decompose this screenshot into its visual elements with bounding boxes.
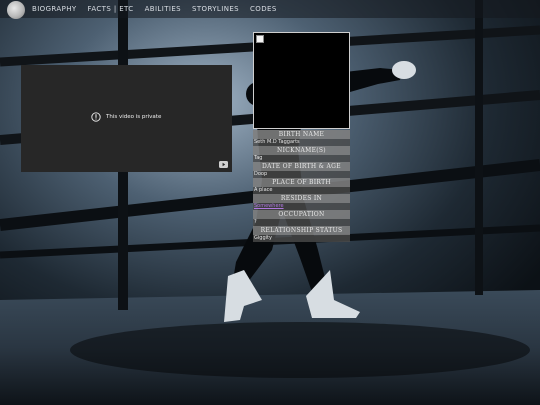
birth-name-value: Seth M.D Taggarts [253,139,350,146]
place-of-birth-value: A place [253,187,350,194]
birth-name-header: BIRTH NAME [253,130,350,139]
occupation-header: OCCUPATION [253,210,350,219]
place-of-birth-header: PLACE OF BIRTH [253,178,350,187]
resides-in-link[interactable]: Somewhere [253,203,350,210]
site-logo-icon[interactable] [7,1,25,19]
youtube-icon[interactable] [219,161,228,168]
resides-in-header: RESIDES IN [253,194,350,203]
nav-abilities-link[interactable]: ABILITIES [145,5,181,13]
nicknames-header: NICKNAME(S) [253,146,350,155]
profile-image [253,32,350,129]
nicknames-value: Tag [253,155,350,162]
video-private-message: This video is private [91,112,161,122]
dob-age-header: DATE OF BIRTH & AGE [253,162,350,171]
character-info-table: BIRTH NAME Seth M.D Taggarts NICKNAME(S)… [253,130,350,242]
nav-storylines-link[interactable]: STORYLINES [192,5,239,13]
relationship-status-value: Giggity [253,235,350,242]
nav-links: BIOGRAPHY FACTS | ETC ABILITIES STORYLIN… [32,5,288,13]
video-private-text: This video is private [106,114,162,120]
dob-age-value: Doop [253,171,350,178]
relationship-status-header: RELATIONSHIP STATUS [253,226,350,235]
top-navigation: BIOGRAPHY FACTS | ETC ABILITIES STORYLIN… [0,0,540,19]
nav-biography-link[interactable]: BIOGRAPHY [32,5,77,13]
broken-image-icon [256,35,264,43]
nav-codes-link[interactable]: CODES [250,5,277,13]
occupation-value: ? [253,219,350,226]
video-embed[interactable]: This video is private [21,65,232,172]
info-circle-icon [91,112,101,122]
nav-facts-link[interactable]: FACTS | ETC [88,5,134,13]
